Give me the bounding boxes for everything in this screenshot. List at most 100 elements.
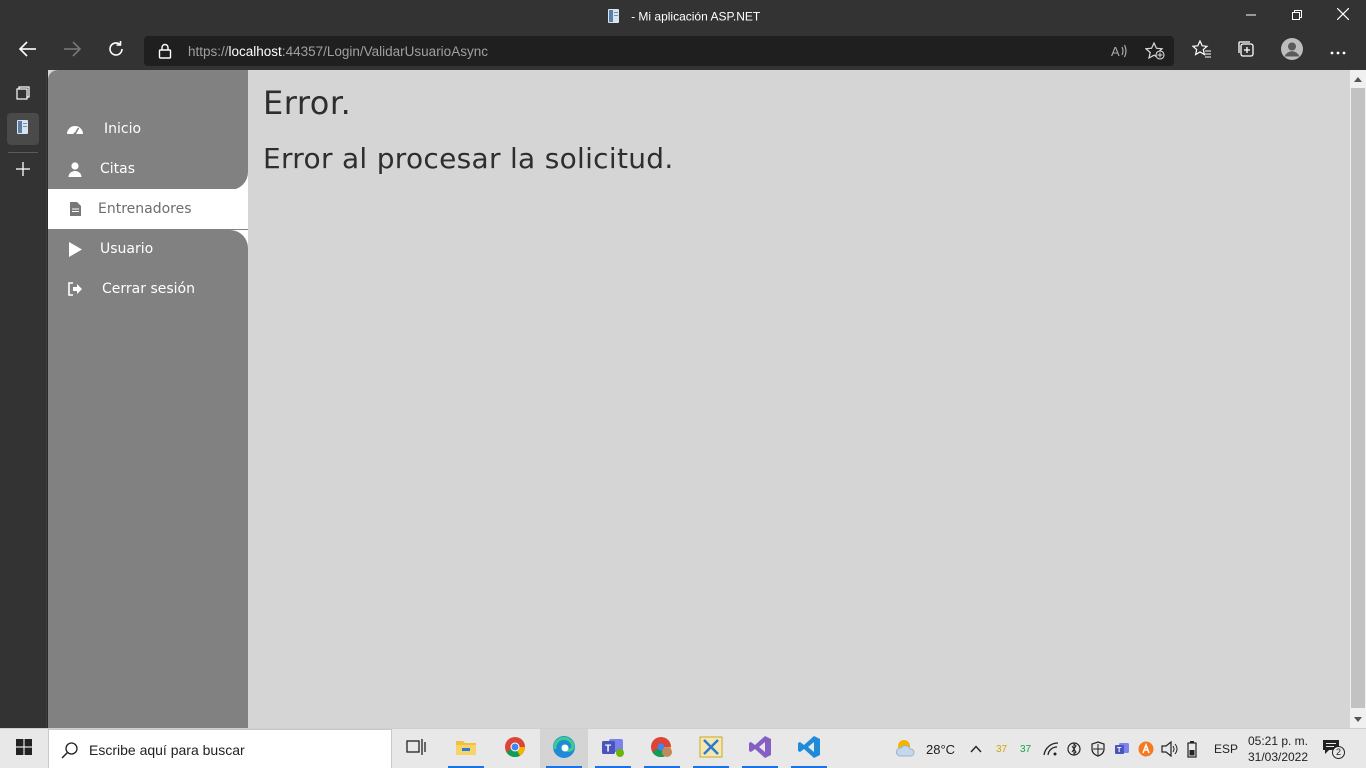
scroll-down-icon[interactable] [1353,714,1363,724]
windows-icon [16,738,32,760]
tab-current-page[interactable] [7,113,39,145]
url-text: https://localhost:44357/Login/ValidarUsu… [188,44,488,59]
favorites-button[interactable] [1185,34,1219,68]
window-title-wrap: - Mi aplicación ASP.NET [0,8,1366,27]
search-placeholder: Escribe aquí para buscar [89,742,245,758]
sidebar-item-cerrar-sesion[interactable]: Cerrar sesión [48,269,248,309]
clock-time: 05:21 p. m. [1247,734,1309,748]
page-title: Error. [263,84,352,122]
teams-icon: T [601,736,625,763]
play-icon [66,240,84,258]
weather-widget[interactable]: 28°C [894,729,955,768]
close-button[interactable] [1320,0,1366,32]
windows-taskbar: Escribe aquí para buscar T 28°C 37 37 T … [0,728,1366,768]
xampp-button[interactable] [687,729,735,768]
volume-icon[interactable] [1161,729,1179,768]
page-scrollbar[interactable] [1350,70,1366,728]
task-view-icon [406,738,426,761]
bluetooth-icon[interactable] [1066,729,1082,768]
add-favorite-icon[interactable] [1144,41,1165,65]
sidebar-item-label: Entrenadores [98,201,192,217]
notification-icon: 2 [1322,739,1345,759]
defender-shield-icon[interactable] [1090,729,1106,768]
svg-text:T: T [605,743,611,754]
read-aloud-letter: A [1111,44,1120,59]
tab-actions-button[interactable] [7,79,39,111]
sidebar-item-label: Usuario [100,241,154,257]
tray-counter-2[interactable]: 37 [1020,729,1031,768]
sidebar: Inicio Citas Entrenadores Usuario Cerrar… [48,70,248,728]
refresh-button[interactable] [99,34,133,68]
read-aloud-icon[interactable]: A [1110,42,1128,65]
more-button[interactable] [1321,34,1355,68]
restore-button[interactable] [1274,0,1320,32]
notification-count: 2 [1332,746,1345,759]
collections-button[interactable] [1229,34,1263,68]
battery-icon[interactable] [1187,729,1197,768]
file-explorer-button[interactable] [442,729,490,768]
xampp-icon [699,736,723,763]
sidebar-item-citas[interactable]: Citas [48,149,248,189]
sign-out-icon [66,280,84,298]
search-icon [61,741,79,764]
taskbar-search-box[interactable]: Escribe aquí para buscar [48,729,392,768]
chrome-profile-button[interactable] [638,729,686,768]
forward-icon [63,40,82,62]
minimize-button[interactable] [1228,0,1274,32]
restore-icon [1292,7,1302,25]
minimize-icon [1246,7,1256,25]
tray-counter-1[interactable]: 37 [996,729,1007,768]
scroll-up-icon[interactable] [1353,74,1363,84]
web-page: Inicio Citas Entrenadores Usuario Cerrar… [48,70,1350,728]
chrome-icon [504,736,526,763]
screen: - Mi aplicación ASP.NET https://localhos… [0,0,1366,768]
scrollbar-thumb[interactable] [1351,88,1365,708]
sidebar-item-entrenadores[interactable]: Entrenadores [48,189,248,229]
sidebar-item-label: Citas [100,161,136,177]
dashboard-icon [66,120,84,138]
url-path: :44357/Login/ValidarUsuarioAsync [281,44,488,59]
window-title: - Mi aplicación ASP.NET [631,9,761,24]
document-icon [66,200,84,218]
weather-temp: 28°C [926,741,956,757]
sidebar-item-label: Cerrar sesión [102,281,195,297]
visual-studio-icon [748,735,772,764]
forward-button[interactable] [55,34,89,68]
chrome-button[interactable] [491,729,539,768]
user-icon [66,160,84,178]
profile-icon [1280,37,1304,66]
vscode-button[interactable] [785,729,833,768]
start-button[interactable] [0,729,48,768]
profile-button[interactable] [1275,34,1309,68]
new-tab-button[interactable] [7,155,39,187]
clock-date: 31/03/2022 [1247,750,1309,764]
sidebar-item-inicio[interactable]: Inicio [48,109,248,149]
address-bar[interactable]: https://localhost:44357/Login/ValidarUsu… [144,36,1174,66]
url-prefix: https:// [188,44,229,59]
teams-button[interactable]: T [589,729,637,768]
taskbar-clock[interactable]: 05:21 p. m. 31/03/2022 [1244,733,1312,765]
error-message: Error al procesar la solicitud. [263,142,674,175]
url-host: localhost [228,44,282,59]
edge-icon [552,735,576,764]
visual-studio-button[interactable] [736,729,784,768]
back-icon [18,40,37,62]
task-view-button[interactable] [392,729,440,768]
chrome-profile-icon [650,736,674,763]
language-indicator[interactable]: ESP [1214,729,1238,768]
avast-icon[interactable] [1138,729,1154,768]
action-center-button[interactable]: 2 [1322,729,1345,768]
edge-button[interactable] [540,729,588,768]
main-content: Error. Error al procesar la solicitud. [263,84,674,175]
vscode-icon [797,735,821,764]
partly-cloudy-icon [894,738,918,761]
refresh-icon [107,40,125,63]
page-icon [15,119,31,140]
show-hidden-icons-button[interactable] [970,729,982,768]
tab-actions-icon [16,85,30,105]
wifi-icon[interactable] [1043,729,1059,768]
back-button[interactable] [11,34,45,68]
favorites-icon [1191,39,1212,63]
teams-tray-icon[interactable]: T [1114,729,1130,768]
sidebar-item-usuario[interactable]: Usuario [48,229,248,269]
